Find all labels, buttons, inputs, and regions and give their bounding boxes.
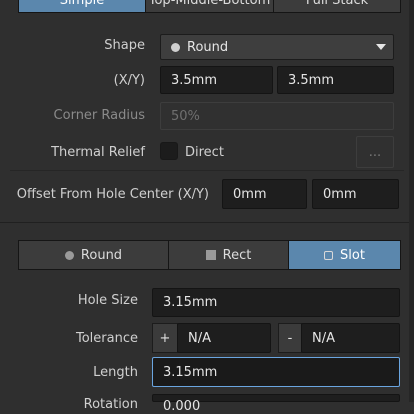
divider <box>10 170 404 171</box>
offset-x-value: 0mm <box>233 186 267 202</box>
rect-icon <box>205 250 216 260</box>
corner-radius-label: Corner Radius <box>53 108 145 123</box>
tolerance-minus-sign: - <box>278 323 302 353</box>
xy-label: (X/Y) <box>113 73 145 88</box>
hole-shape-rect-label: Rect <box>222 247 252 263</box>
slot-icon <box>324 250 334 260</box>
plus-symbol: + <box>159 330 171 346</box>
tolerance-plus-sign: + <box>152 323 178 353</box>
size-x-input[interactable]: 3.5mm <box>160 66 273 94</box>
hole-size-label: Hole Size <box>77 293 138 308</box>
hole-shape-rect-button[interactable]: Rect <box>168 240 289 270</box>
rotation-label: Rotation <box>83 397 138 412</box>
tab-full-stack-label: Full Stack <box>305 0 369 8</box>
hole-size-value: 3.15mm <box>163 295 218 310</box>
tolerance-plus-input[interactable]: N/A <box>177 323 271 353</box>
rotation-value: 0.000 <box>163 398 201 414</box>
tab-top-middle-bottom-label: Top-Middle-Bottom <box>148 0 271 8</box>
chevron-down-icon <box>376 44 386 50</box>
direct-label: Direct <box>185 145 224 160</box>
more-label: ... <box>368 144 382 160</box>
offset-y-input[interactable]: 0mm <box>312 179 399 209</box>
thermal-relief-label: Thermal Relief <box>51 145 145 160</box>
tab-simple[interactable]: Simple <box>18 0 146 13</box>
hole-size-input[interactable]: 3.15mm <box>152 288 400 317</box>
tab-full-stack[interactable]: Full Stack <box>273 0 401 13</box>
corner-radius-input: 50% <box>160 102 394 130</box>
tolerance-minus-value: N/A <box>312 330 335 346</box>
length-value: 3.15mm <box>163 364 218 380</box>
tolerance-label: Tolerance <box>76 331 138 346</box>
offset-x-input[interactable]: 0mm <box>222 179 307 209</box>
offset-label: Offset From Hole Center (X/Y) <box>16 187 209 202</box>
size-x-value: 3.5mm <box>171 72 218 88</box>
rotation-input[interactable]: 0.000 <box>152 394 400 414</box>
offset-y-value: 0mm <box>323 186 357 202</box>
thermal-more-button[interactable]: ... <box>356 136 394 168</box>
hole-shape-slot-button[interactable]: Slot <box>288 240 401 270</box>
direct-checkbox[interactable] <box>160 142 178 160</box>
length-input[interactable]: 3.15mm <box>152 357 400 387</box>
shape-value: Round <box>187 39 229 55</box>
section-divider <box>0 222 414 223</box>
size-y-value: 3.5mm <box>288 72 335 88</box>
tolerance-plus-value: N/A <box>188 330 211 346</box>
scrollbar-track[interactable] <box>409 0 414 402</box>
hole-shape-slot-label: Slot <box>340 247 365 263</box>
hole-shape-round-label: Round <box>80 247 123 263</box>
hole-shape-round-button[interactable]: Round <box>18 240 169 270</box>
shape-dropdown[interactable]: Round <box>160 34 394 60</box>
tab-top-middle-bottom[interactable]: Top-Middle-Bottom <box>145 0 274 13</box>
corner-radius-placeholder: 50% <box>171 108 200 124</box>
round-shape-icon <box>171 42 180 52</box>
round-icon <box>64 250 74 260</box>
length-label: Length <box>93 365 138 380</box>
tolerance-minus-input[interactable]: N/A <box>301 323 400 353</box>
size-y-input[interactable]: 3.5mm <box>277 66 394 94</box>
minus-symbol: - <box>287 330 293 346</box>
tab-simple-label: Simple <box>59 0 105 8</box>
shape-label: Shape <box>104 38 145 53</box>
